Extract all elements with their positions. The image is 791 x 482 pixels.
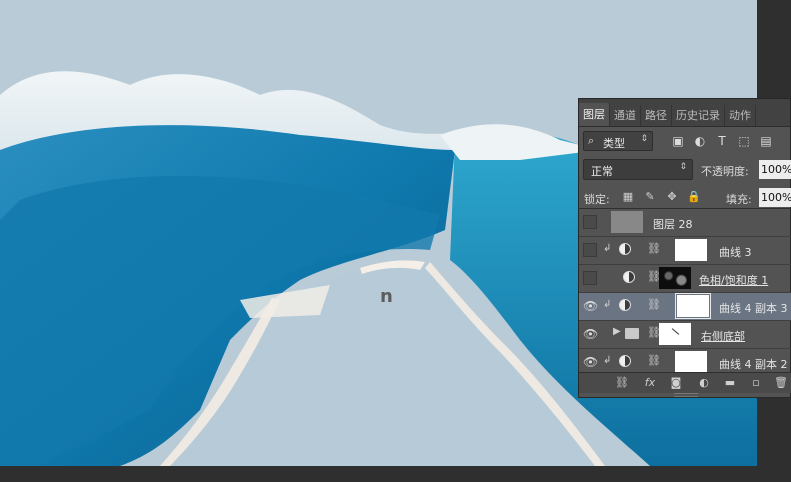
lock-move-icon[interactable]: ✥ bbox=[665, 190, 679, 204]
adjustment-layer-icon bbox=[619, 299, 631, 311]
canvas-stray-text: n bbox=[380, 286, 393, 307]
layer-name: 图层 28 bbox=[653, 218, 693, 231]
layer-name: 色相/饱和度 1 bbox=[699, 274, 769, 287]
blend-mode-select[interactable]: 正常 ⇕ bbox=[583, 159, 693, 180]
opacity-label: 不透明度: bbox=[701, 165, 749, 178]
layer-mask-thumbnail[interactable] bbox=[675, 239, 707, 261]
layer-row[interactable]: ↲ ⛓ 曲线 3 bbox=[579, 237, 791, 265]
layers-panel: 图层 通道 路径 历史记录 动作 ⌕ 类型 ⇕ ▣ ◐ T ⬚ ▤ 正常 ⇕ 不… bbox=[578, 98, 791, 398]
layer-mask-icon[interactable]: ◙ bbox=[669, 376, 683, 390]
new-layer-icon[interactable]: ▫ bbox=[749, 376, 763, 390]
layer-mask-thumbnail[interactable] bbox=[659, 323, 691, 345]
layer-row[interactable]: 图层 28 bbox=[579, 209, 791, 237]
layer-row[interactable]: 👁 ▶ ⛓ 右侧底部 bbox=[579, 321, 791, 349]
search-icon: ⌕ bbox=[588, 134, 595, 147]
tab-actions[interactable]: 动作 bbox=[725, 105, 756, 126]
layer-name: 曲线 4 副本 2 bbox=[719, 358, 788, 371]
chevron-updown-icon: ⇕ bbox=[640, 134, 648, 144]
link-layers-icon[interactable]: ⛓ bbox=[615, 376, 629, 390]
type-filter-icon[interactable]: T bbox=[715, 133, 729, 149]
filter-kind-select[interactable]: ⌕ 类型 ⇕ bbox=[583, 131, 653, 151]
layer-thumbnail bbox=[611, 211, 643, 233]
adjustment-layer-icon bbox=[623, 271, 635, 283]
eye-icon[interactable]: 👁 bbox=[583, 299, 598, 313]
tab-channels[interactable]: 通道 bbox=[610, 105, 641, 126]
layer-mask-thumbnail[interactable] bbox=[659, 267, 691, 289]
tab-paths[interactable]: 路径 bbox=[641, 105, 672, 126]
opacity-field[interactable]: 100% bbox=[759, 160, 791, 179]
tab-layers[interactable]: 图层 bbox=[579, 103, 610, 126]
image-filter-icon[interactable]: ▣ bbox=[671, 133, 685, 149]
layer-row[interactable]: ⛓ 色相/饱和度 1 bbox=[579, 265, 791, 293]
layer-name: 右侧底部 bbox=[701, 330, 745, 343]
chain-link-icon[interactable]: ⛓ bbox=[647, 242, 661, 255]
trash-icon[interactable]: 🗑 bbox=[774, 376, 788, 390]
adjustment-filter-icon[interactable]: ◐ bbox=[693, 133, 707, 149]
blend-mode-label: 正常 bbox=[591, 165, 613, 178]
new-adjustment-icon[interactable]: ◐ bbox=[697, 376, 711, 390]
adjustment-layer-icon bbox=[619, 355, 631, 367]
layer-row[interactable]: 👁 ↲ ⛓ 曲线 4 副本 3 bbox=[579, 293, 791, 321]
panel-resize-grip[interactable] bbox=[674, 393, 698, 397]
layers-list: 图层 28 ↲ ⛓ 曲线 3 ⛓ 色相/饱和度 1 👁 ↲ ⛓ 曲线 4 副本 … bbox=[579, 208, 791, 373]
layers-bottom-toolbar: ⛓ fx ◙ ◐ ▬ ▫ 🗑 bbox=[579, 372, 791, 393]
fx-icon[interactable]: fx bbox=[643, 376, 657, 390]
lock-all-icon[interactable]: 🔒 bbox=[687, 190, 701, 204]
chevron-updown-icon: ⇕ bbox=[679, 162, 687, 172]
filter-kind-label: 类型 bbox=[603, 137, 625, 150]
clipping-arrow-icon: ↲ bbox=[603, 355, 612, 366]
layer-mask-thumbnail[interactable] bbox=[675, 351, 707, 373]
eye-icon[interactable]: 👁 bbox=[583, 355, 598, 369]
lock-brush-icon[interactable]: ✎ bbox=[643, 190, 657, 204]
lock-label: 锁定: bbox=[584, 193, 610, 206]
workspace-bottom-area bbox=[0, 466, 791, 482]
new-group-icon[interactable]: ▬ bbox=[723, 376, 737, 390]
chain-link-icon[interactable]: ⛓ bbox=[647, 354, 661, 367]
shape-filter-icon[interactable]: ⬚ bbox=[737, 133, 751, 149]
clipping-arrow-icon: ↲ bbox=[603, 243, 612, 254]
expand-triangle-icon[interactable]: ▶ bbox=[613, 326, 621, 337]
layer-name: 曲线 3 bbox=[719, 246, 752, 259]
fill-label: 填充: bbox=[726, 193, 752, 206]
smart-object-filter-icon[interactable]: ▤ bbox=[759, 133, 773, 149]
clipping-arrow-icon: ↲ bbox=[603, 299, 612, 310]
visibility-toggle[interactable] bbox=[583, 215, 597, 229]
adjustment-layer-icon bbox=[619, 243, 631, 255]
fill-field[interactable]: 100% bbox=[759, 188, 791, 207]
visibility-toggle[interactable] bbox=[583, 271, 597, 285]
chain-link-icon[interactable]: ⛓ bbox=[647, 298, 661, 311]
tab-history[interactable]: 历史记录 bbox=[672, 105, 725, 126]
visibility-toggle[interactable] bbox=[583, 243, 597, 257]
layer-mask-thumbnail[interactable] bbox=[675, 293, 711, 319]
layer-name: 曲线 4 副本 3 bbox=[719, 302, 788, 315]
folder-icon bbox=[625, 328, 639, 339]
layer-row[interactable]: 👁 ↲ ⛓ 曲线 4 副本 2 bbox=[579, 349, 791, 373]
panel-tabs: 图层 通道 路径 历史记录 动作 bbox=[579, 99, 790, 127]
lock-transparent-icon[interactable]: ▦ bbox=[621, 190, 635, 204]
eye-icon[interactable]: 👁 bbox=[583, 327, 598, 341]
